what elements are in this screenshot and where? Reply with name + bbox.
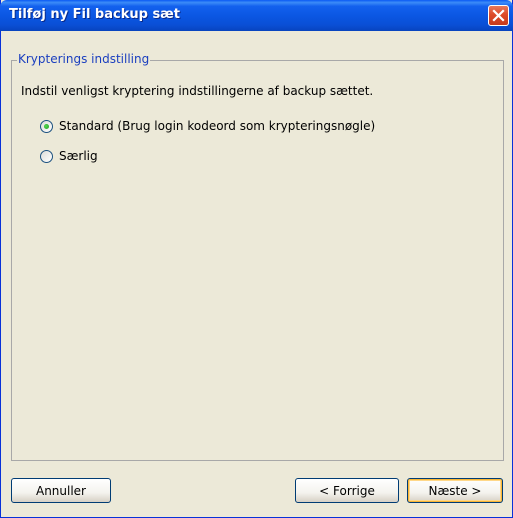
radio-custom-label[interactable]: Særlig — [59, 149, 98, 163]
encryption-group-label: Krypterings indstilling — [17, 52, 151, 66]
radio-standard[interactable] — [40, 119, 53, 133]
radio-standard-label[interactable]: Standard (Brug login kodeord som krypter… — [59, 119, 375, 133]
radio-option-standard[interactable]: Standard (Brug login kodeord som krypter… — [40, 118, 375, 134]
radio-selected-dot — [44, 123, 49, 129]
encryption-instruction: Indstil venligst kryptering indstillinge… — [21, 84, 374, 98]
title-bar[interactable]: Tilføj ny Fil backup sæt — [0, 0, 513, 31]
dialog-window: Tilføj ny Fil backup sæt Krypterings ind… — [0, 0, 513, 518]
radio-custom[interactable] — [40, 149, 53, 163]
close-icon — [492, 9, 505, 22]
cancel-button[interactable]: Annuller — [11, 478, 111, 503]
next-button[interactable]: Næste > — [407, 478, 503, 503]
radio-option-custom[interactable]: Særlig — [40, 148, 98, 164]
window-title: Tilføj ny Fil backup sæt — [9, 7, 181, 22]
close-button[interactable] — [488, 5, 509, 26]
encryption-panel: Krypterings indstilling Indstil venligst… — [11, 39, 504, 461]
back-button[interactable]: < Forrige — [295, 478, 399, 503]
